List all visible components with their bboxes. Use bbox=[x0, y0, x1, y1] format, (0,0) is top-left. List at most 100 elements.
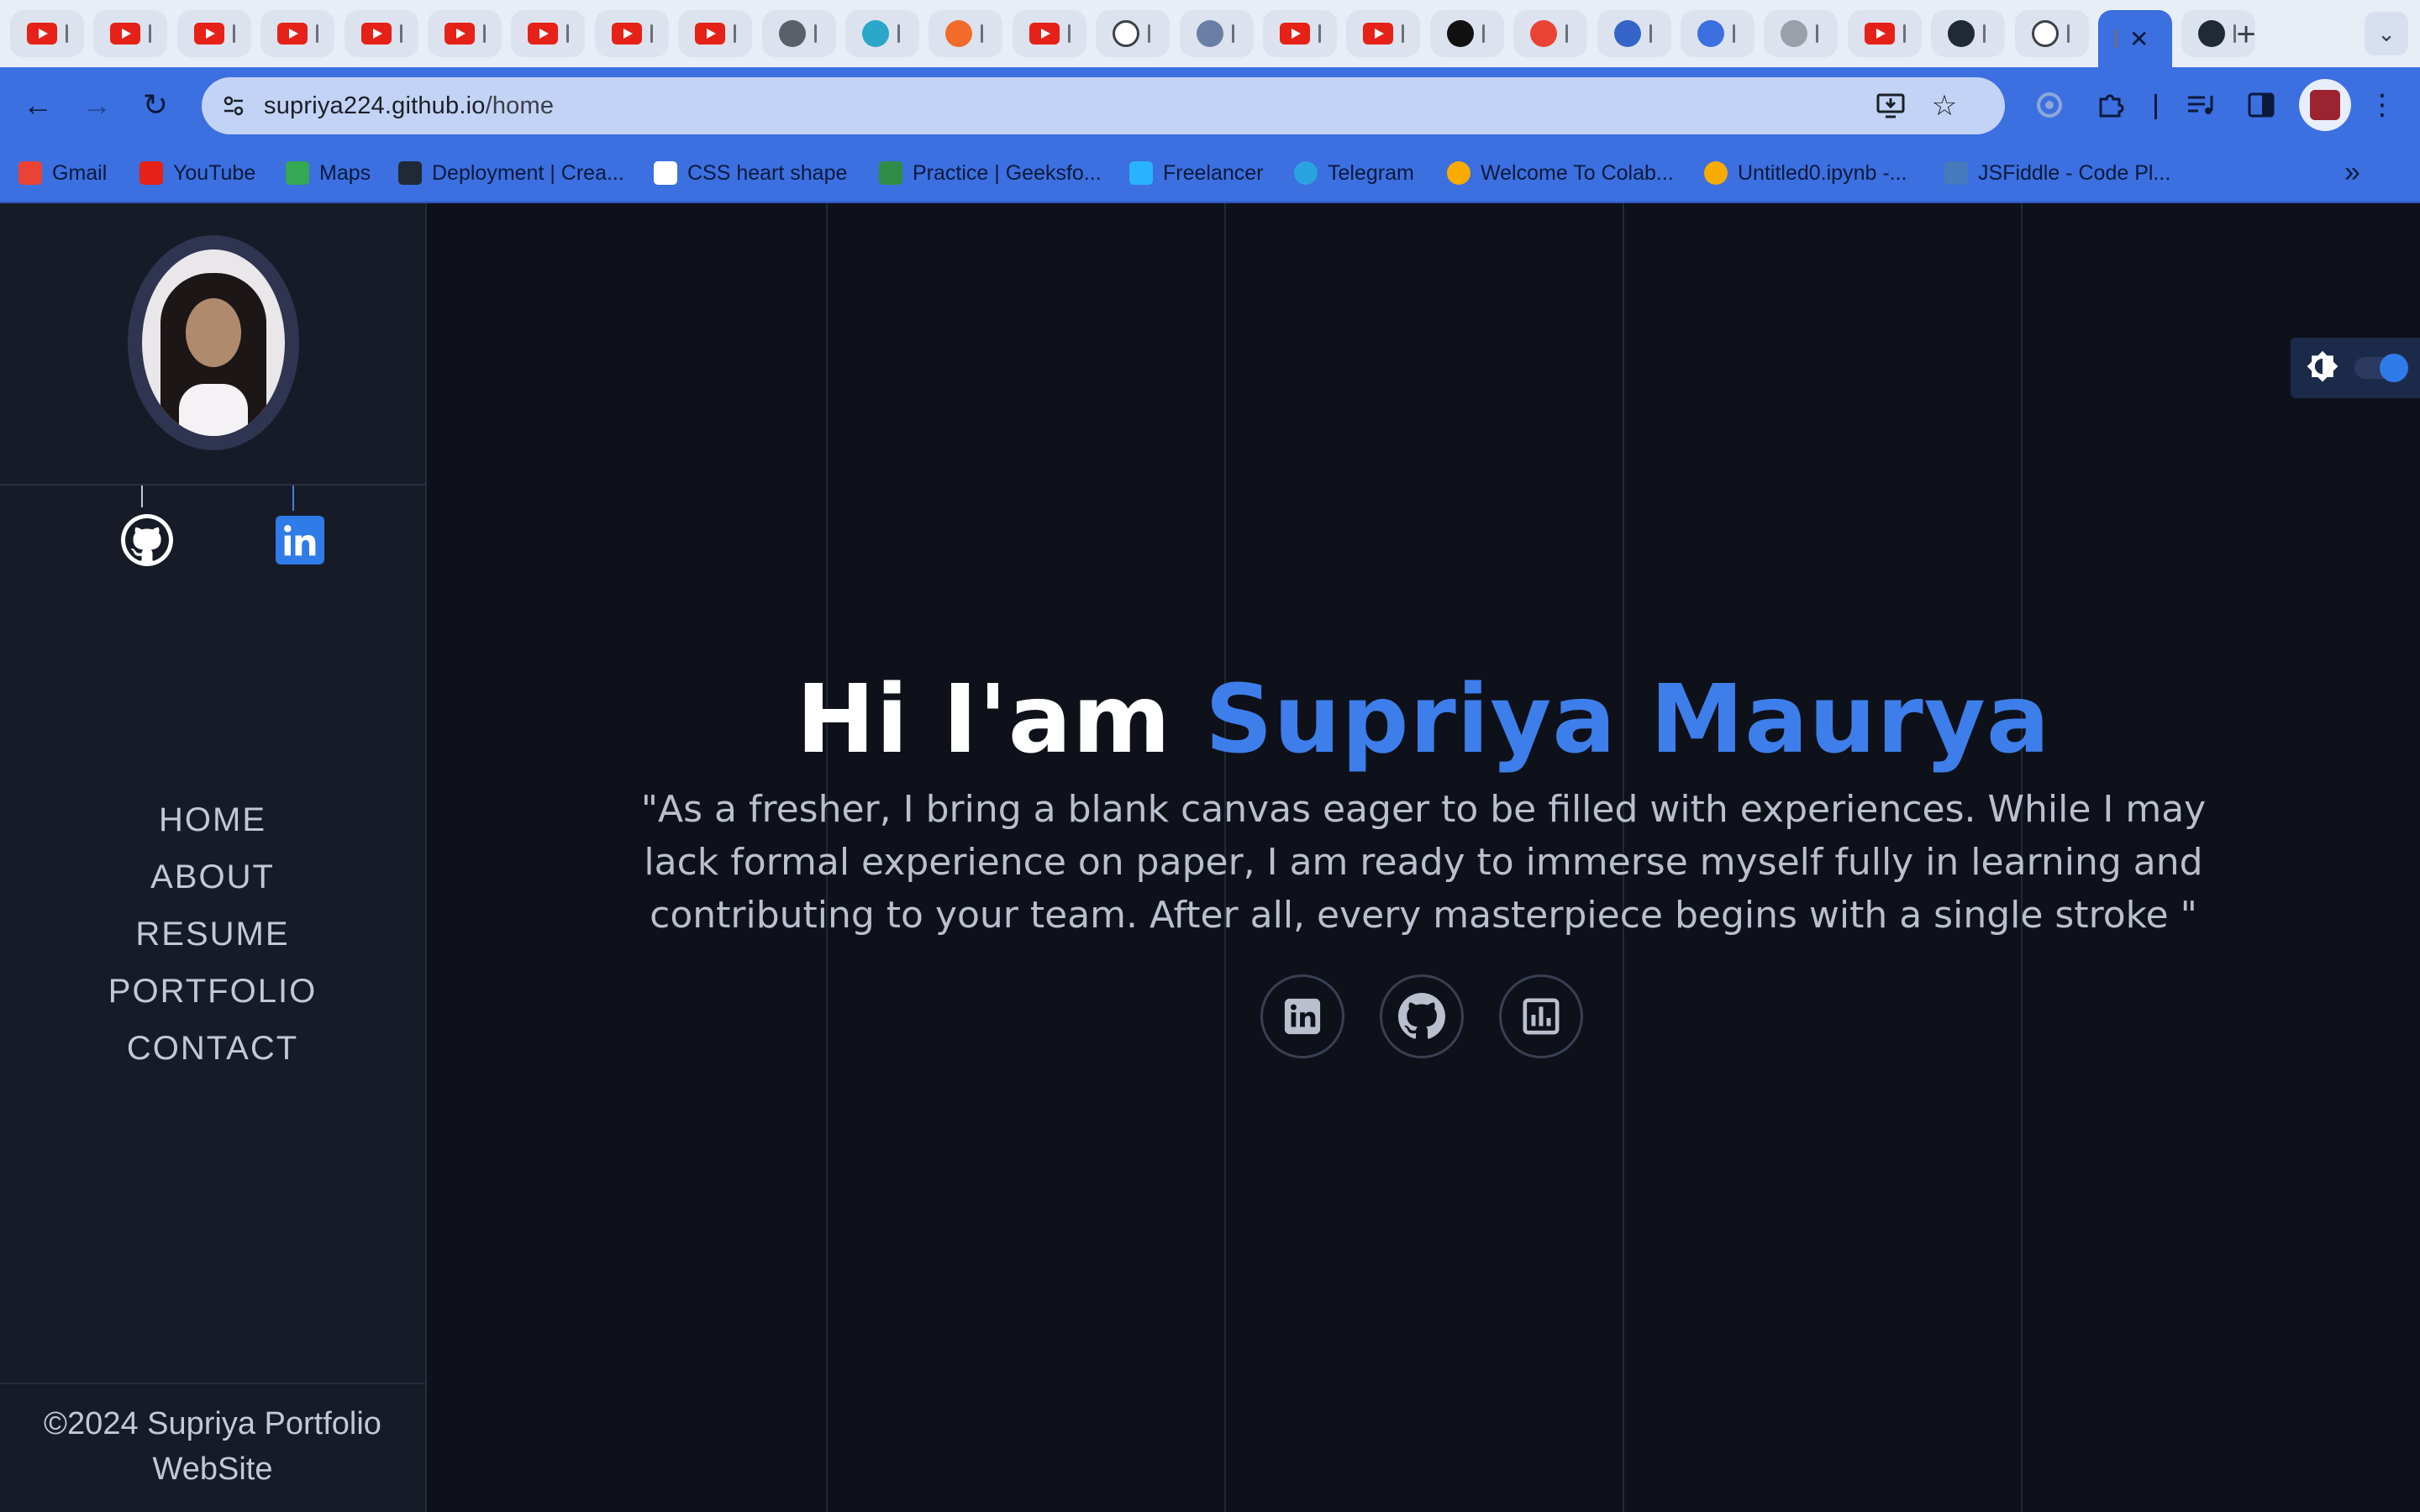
bookmark-item[interactable]: Deployment | Crea... bbox=[398, 158, 624, 188]
bookmark-item[interactable]: JSFiddle - Code Pl... bbox=[1944, 158, 2170, 188]
theme-toggle[interactable] bbox=[2291, 338, 2420, 398]
hero-linkedin-button[interactable] bbox=[1260, 974, 1344, 1058]
tab-separator bbox=[1565, 24, 1569, 43]
tab-separator bbox=[1816, 24, 1819, 43]
back-button[interactable]: ← bbox=[17, 84, 59, 126]
browser-tab[interactable] bbox=[1346, 10, 1421, 57]
browser-tab[interactable] bbox=[1263, 10, 1337, 57]
theme-switch[interactable] bbox=[2354, 354, 2408, 382]
brightness-icon bbox=[2307, 350, 2338, 382]
tab-separator bbox=[316, 24, 319, 43]
youtube-icon bbox=[277, 23, 308, 45]
tab-separator bbox=[149, 24, 152, 43]
browser-tab[interactable] bbox=[845, 10, 919, 57]
browser-tab[interactable] bbox=[678, 10, 753, 57]
hero-chart-button[interactable] bbox=[1499, 974, 1583, 1058]
forward-button[interactable]: → bbox=[76, 84, 118, 126]
browser-tab[interactable] bbox=[10, 10, 84, 57]
install-app-icon[interactable] bbox=[1870, 86, 1911, 126]
close-icon[interactable]: ✕ bbox=[2129, 25, 2149, 53]
tab-separator bbox=[1481, 24, 1485, 43]
youtube-icon bbox=[1028, 23, 1060, 45]
nav-home[interactable]: HOME bbox=[159, 791, 266, 848]
browser-tab[interactable] bbox=[93, 10, 168, 57]
chevron-double-right-icon[interactable]: » bbox=[2344, 156, 2360, 189]
bookmark-item[interactable]: Untitled0.ipynb -... bbox=[1704, 158, 1907, 188]
menu-kebab-icon[interactable]: ⋮ bbox=[2361, 84, 2403, 126]
bookmark-item[interactable]: Maps bbox=[286, 158, 371, 188]
footer-divider bbox=[0, 1383, 425, 1384]
browser-tab[interactable] bbox=[929, 10, 1003, 57]
tab-separator bbox=[483, 24, 486, 43]
sidebar-footer: ©2024 Supriya Portfolio WebSite bbox=[0, 1401, 425, 1492]
bookmark-item[interactable]: Welcome To Colab... bbox=[1447, 158, 1674, 188]
nav-portfolio[interactable]: PORTFOLIO bbox=[108, 963, 317, 1020]
tab-strip: ✕ + ⌄ bbox=[0, 0, 2420, 67]
jsfiddle-icon bbox=[1944, 161, 1968, 185]
browser-tab[interactable] bbox=[1681, 10, 1754, 57]
browser-tab[interactable] bbox=[511, 10, 586, 57]
browser-tab[interactable] bbox=[2014, 10, 2089, 57]
browser-tab[interactable] bbox=[1429, 10, 1504, 57]
tab-separator bbox=[813, 24, 817, 43]
browser-tab[interactable] bbox=[1012, 10, 1086, 57]
maps-icon bbox=[286, 161, 309, 185]
browser-tab[interactable] bbox=[594, 10, 669, 57]
gmail-icon bbox=[1530, 20, 1558, 47]
youtube-icon bbox=[193, 23, 224, 45]
bookmark-item[interactable]: CSS heart shape bbox=[654, 158, 847, 188]
hero-social-links bbox=[1260, 974, 1618, 1058]
circle-extension-icon[interactable] bbox=[2028, 84, 2070, 126]
gfg-icon bbox=[879, 161, 902, 185]
hero-name: Supriya Maurya bbox=[1205, 665, 2051, 774]
browser-tab[interactable] bbox=[428, 10, 502, 57]
bookmark-label: JSFiddle - Code Pl... bbox=[1978, 160, 2171, 185]
portfolio-page: HOME ABOUT RESUME PORTFOLIO CONTACT ©202… bbox=[0, 203, 2420, 1512]
side-panel-icon[interactable] bbox=[2240, 84, 2282, 126]
profile-avatar[interactable] bbox=[2299, 79, 2351, 131]
browser-tab[interactable] bbox=[1847, 10, 1922, 57]
nav-resume[interactable]: RESUME bbox=[135, 906, 289, 963]
sidebar-github-link[interactable] bbox=[121, 514, 173, 566]
bookmark-star-icon[interactable]: ☆ bbox=[1924, 86, 1965, 126]
browser-tab[interactable] bbox=[1597, 10, 1671, 57]
url-text: supriya224.github.io/home bbox=[264, 92, 554, 120]
hero-github-button[interactable] bbox=[1380, 974, 1464, 1058]
github-icon bbox=[1398, 993, 1445, 1039]
browser-tab[interactable] bbox=[260, 10, 335, 57]
reload-button[interactable]: ↻ bbox=[134, 84, 176, 126]
nav-about[interactable]: ABOUT bbox=[150, 848, 275, 906]
bookmark-item[interactable]: Gmail bbox=[18, 158, 107, 188]
browser-tab[interactable]: ✕ bbox=[2098, 10, 2172, 67]
browser-tab[interactable] bbox=[1096, 10, 1171, 57]
site-settings-icon[interactable] bbox=[213, 86, 254, 126]
tab-separator bbox=[1231, 24, 1234, 43]
browser-tab[interactable] bbox=[1931, 10, 2006, 57]
hero-quote: "As a fresher, I bring a blank canvas ea… bbox=[640, 788, 2207, 937]
bookmark-item[interactable]: YouTube bbox=[139, 158, 255, 188]
tab-separator bbox=[1318, 24, 1321, 43]
browser-tab[interactable] bbox=[1764, 10, 1839, 57]
tab-search-button[interactable]: ⌄ bbox=[2365, 12, 2408, 55]
browser-tab[interactable] bbox=[344, 10, 418, 57]
youtube-icon bbox=[360, 23, 392, 45]
linkedin-icon bbox=[284, 525, 316, 556]
bookmark-item[interactable]: Practice | Geeksfo... bbox=[879, 158, 1102, 188]
media-controls-icon[interactable] bbox=[2180, 84, 2222, 126]
colab-icon bbox=[1704, 161, 1728, 185]
sidebar-divider bbox=[0, 484, 425, 486]
bookmark-item[interactable]: Freelancer bbox=[1129, 158, 1264, 188]
browser-tab[interactable] bbox=[1513, 10, 1588, 57]
new-tab-button[interactable]: + bbox=[2223, 12, 2269, 57]
bookmark-item[interactable]: Telegram bbox=[1294, 158, 1414, 188]
address-bar[interactable]: supriya224.github.io/home ☆ bbox=[202, 77, 2005, 134]
github-icon bbox=[1113, 20, 1140, 47]
extensions-puzzle-icon[interactable] bbox=[2089, 84, 2131, 126]
app-icon bbox=[1196, 20, 1223, 47]
browser-tab[interactable] bbox=[176, 10, 251, 57]
react-icon bbox=[398, 161, 422, 185]
nav-contact[interactable]: CONTACT bbox=[127, 1020, 298, 1077]
browser-tab[interactable] bbox=[1179, 10, 1254, 57]
sidebar-linkedin-link[interactable] bbox=[276, 516, 324, 564]
browser-tab[interactable] bbox=[761, 10, 836, 57]
